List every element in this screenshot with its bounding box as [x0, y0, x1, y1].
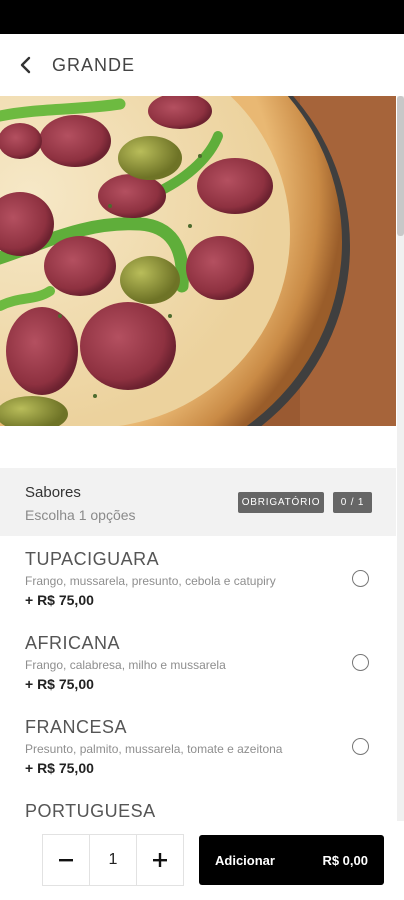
- scrollbar[interactable]: [397, 96, 404, 821]
- header: GRANDE: [0, 34, 404, 96]
- decrease-quantity-button[interactable]: [43, 835, 89, 885]
- flavor-description: Frango, mussarela, presunto, cebola e ca…: [25, 574, 276, 588]
- scroll-thumb[interactable]: [397, 96, 404, 236]
- flavor-name: PORTUGUESA: [25, 801, 156, 821]
- section-title: Sabores: [25, 484, 81, 501]
- minus-icon: [59, 859, 73, 862]
- flavor-description: Frango, calabresa, milho e mussarela: [25, 658, 226, 672]
- page-title: GRANDE: [52, 54, 136, 75]
- footer-bar: 1 Adicionar R$ 0,00: [0, 821, 404, 900]
- add-button-total: R$ 0,00: [322, 852, 368, 868]
- flavors-section-header: Sabores Escolha 1 opções OBRIGATÓRIO 0 /…: [0, 468, 396, 536]
- flavor-radio[interactable]: [352, 570, 369, 587]
- chevron-left-icon: [20, 56, 31, 74]
- flavor-name: AFRICANA: [25, 633, 121, 653]
- increase-quantity-button[interactable]: [137, 835, 183, 885]
- flavor-radio[interactable]: [352, 738, 369, 755]
- section-subtitle: Escolha 1 opções: [25, 507, 136, 523]
- flavor-price: + R$ 75,00: [25, 760, 94, 776]
- product-image: [0, 96, 396, 426]
- flavor-radio[interactable]: [352, 654, 369, 671]
- required-badge: OBRIGATÓRIO: [238, 492, 324, 513]
- plus-icon: [153, 853, 167, 867]
- add-button-label: Adicionar: [215, 852, 275, 868]
- flavor-option[interactable]: AFRICANA Frango, calabresa, milho e muss…: [0, 620, 396, 704]
- status-bar: [0, 0, 404, 34]
- flavor-name: FRANCESA: [25, 717, 128, 737]
- quantity-value: 1: [89, 835, 137, 885]
- flavor-option[interactable]: FRANCESA Presunto, palmito, mussarela, t…: [0, 704, 396, 788]
- add-to-cart-button[interactable]: Adicionar R$ 0,00: [199, 835, 384, 885]
- flavor-price: + R$ 75,00: [25, 592, 94, 608]
- flavor-option[interactable]: TUPACIGUARA Frango, mussarela, presunto,…: [0, 536, 396, 620]
- flavor-option[interactable]: PORTUGUESA: [0, 788, 396, 821]
- flavor-name: TUPACIGUARA: [25, 549, 160, 569]
- quantity-stepper: 1: [42, 834, 184, 886]
- flavor-description: Presunto, palmito, mussarela, tomate e a…: [25, 742, 283, 756]
- back-button[interactable]: [0, 34, 52, 96]
- spacer: [0, 426, 396, 468]
- flavor-price: + R$ 75,00: [25, 676, 94, 692]
- flavor-options-list: TUPACIGUARA Frango, mussarela, presunto,…: [0, 536, 396, 821]
- selection-count-badge: 0 / 1: [333, 492, 372, 513]
